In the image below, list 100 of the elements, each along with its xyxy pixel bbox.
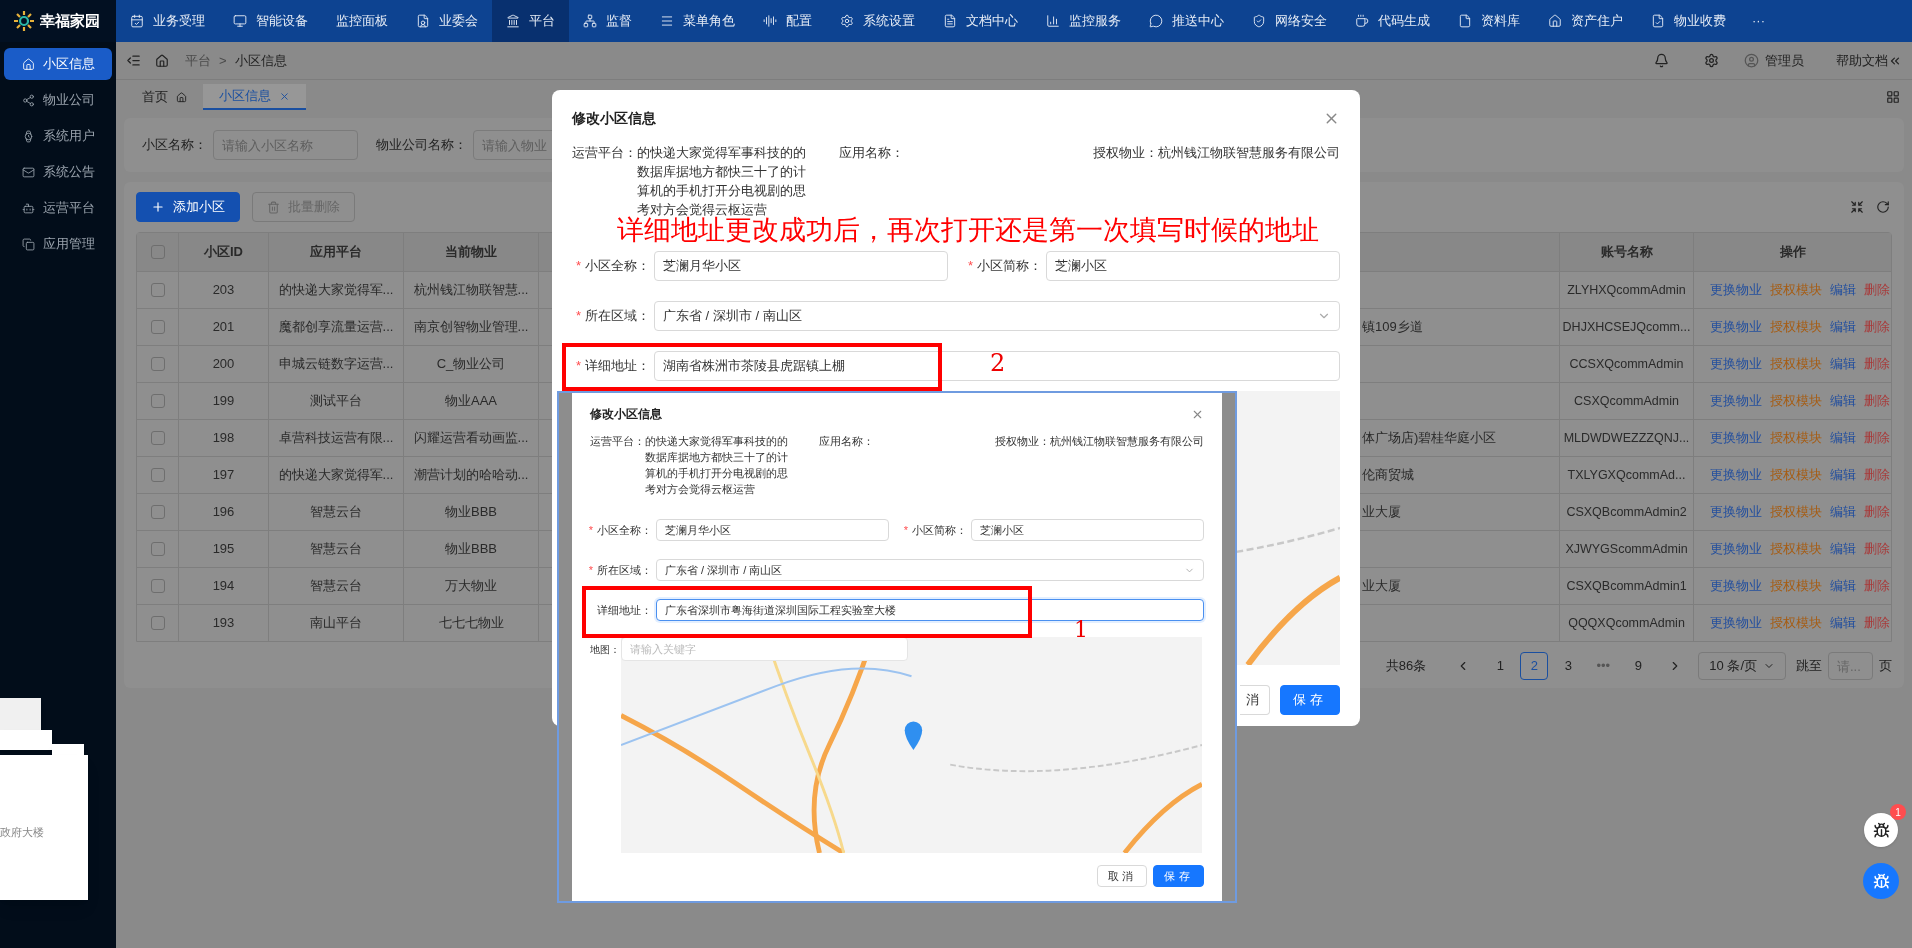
action-link[interactable]: 编辑 bbox=[1830, 576, 1856, 596]
page-number[interactable]: 3 bbox=[1554, 652, 1583, 680]
checkbox[interactable] bbox=[150, 505, 165, 519]
action-link[interactable]: 编辑 bbox=[1830, 391, 1856, 411]
nav-item[interactable]: 监督 bbox=[569, 0, 646, 42]
bug-report-button[interactable] bbox=[1864, 813, 1898, 847]
debug-button[interactable] bbox=[1863, 863, 1899, 899]
action-link[interactable]: 编辑 bbox=[1830, 613, 1856, 633]
nav-item[interactable]: 资产住户 bbox=[1534, 0, 1637, 42]
sidebar-item[interactable]: 系统公告 bbox=[4, 156, 112, 188]
action-link[interactable]: 编辑 bbox=[1830, 428, 1856, 448]
save-button[interactable]: 保存 bbox=[1280, 685, 1340, 715]
menu-icon[interactable] bbox=[126, 53, 141, 68]
nav-item[interactable]: 监控面板 bbox=[322, 0, 402, 42]
page-tab[interactable]: 首页 bbox=[126, 84, 203, 110]
nav-item[interactable]: 业务受理 bbox=[116, 0, 219, 42]
checkbox[interactable] bbox=[150, 468, 165, 482]
sidebar-item[interactable]: 应用管理 bbox=[4, 228, 112, 260]
checkbox[interactable] bbox=[150, 579, 165, 593]
action-link[interactable]: 编辑 bbox=[1830, 354, 1856, 374]
nav-item[interactable]: 菜单角色 bbox=[646, 0, 749, 42]
action-link[interactable]: 更换物业 bbox=[1710, 317, 1762, 337]
column-header: 当前物业 bbox=[404, 233, 539, 271]
page-size-select[interactable]: 10 条/页 bbox=[1698, 652, 1786, 680]
add-button[interactable]: 添加小区 bbox=[136, 192, 240, 222]
nav-item[interactable]: 系统设置 bbox=[826, 0, 929, 42]
checkbox[interactable] bbox=[150, 616, 165, 630]
checkbox[interactable] bbox=[150, 320, 165, 334]
action-link[interactable]: 更换物业 bbox=[1710, 280, 1762, 300]
nav-item[interactable]: 平台 bbox=[492, 0, 569, 42]
settings-icon[interactable] bbox=[1704, 53, 1719, 68]
nav-item[interactable]: 文档中心 bbox=[929, 0, 1032, 42]
text-field[interactable]: 芝澜小区 bbox=[971, 519, 1204, 541]
action-link[interactable]: 编辑 bbox=[1830, 465, 1856, 485]
text-field[interactable]: 广东省深圳市粤海街道深圳国际工程实验室大楼 bbox=[656, 599, 1204, 621]
nav-item[interactable]: 监控服务 bbox=[1032, 0, 1135, 42]
checkbox[interactable] bbox=[150, 245, 165, 259]
checkbox[interactable] bbox=[150, 357, 165, 371]
checkbox[interactable] bbox=[150, 542, 165, 556]
avatar-icon bbox=[1744, 53, 1759, 68]
region-select[interactable]: 广东省 / 深圳市 / 南山区 bbox=[654, 301, 1340, 331]
home-icon[interactable] bbox=[155, 53, 169, 68]
sidebar-item[interactable]: 运营平台 bbox=[4, 192, 112, 224]
info-label: 授权物业： bbox=[1093, 144, 1158, 162]
grid-icon[interactable] bbox=[1886, 90, 1900, 104]
sidebar-item[interactable]: 小区信息 bbox=[4, 48, 112, 80]
field-label: 小区简称： bbox=[912, 522, 967, 538]
refresh-icon[interactable] bbox=[1876, 200, 1890, 214]
field-label: 小区简称： bbox=[977, 257, 1042, 276]
nav-item[interactable]: 配置 bbox=[749, 0, 826, 42]
total-count: 共86条 bbox=[1385, 657, 1427, 676]
nav-item[interactable]: 资料库 bbox=[1444, 0, 1534, 42]
fullscreen-icon[interactable] bbox=[1850, 200, 1864, 214]
page-number[interactable]: 9 bbox=[1624, 652, 1653, 680]
page-number[interactable]: 1 bbox=[1486, 652, 1515, 680]
text-field[interactable]: 芝澜小区 bbox=[1046, 251, 1340, 281]
checkbox[interactable] bbox=[150, 283, 165, 297]
cancel-button[interactable]: 取消 bbox=[1096, 865, 1148, 887]
nav-item[interactable]: 网络安全 bbox=[1238, 0, 1341, 42]
map-search-field[interactable]: 请输入关键字 bbox=[621, 637, 908, 661]
action-link[interactable]: 更换物业 bbox=[1710, 539, 1762, 559]
nav-item[interactable]: 业委会 bbox=[402, 0, 492, 42]
table-cell-text: 201 bbox=[212, 318, 235, 337]
nav-item[interactable]: 推送中心 bbox=[1135, 0, 1238, 42]
sidebar-item[interactable]: 物业公司 bbox=[4, 84, 112, 116]
action-link[interactable]: 更换物业 bbox=[1710, 465, 1762, 485]
action-link[interactable]: 更换物业 bbox=[1710, 354, 1762, 374]
action-link[interactable]: 编辑 bbox=[1830, 317, 1856, 337]
cancel-button[interactable]: 消 bbox=[1240, 685, 1271, 715]
action-link[interactable]: 更换物业 bbox=[1710, 576, 1762, 596]
user-name[interactable]: 管理员 bbox=[1765, 50, 1804, 71]
field-label: 地图： bbox=[590, 643, 621, 657]
action-link[interactable]: 更换物业 bbox=[1710, 428, 1762, 448]
action-link[interactable]: 编辑 bbox=[1830, 539, 1856, 559]
table-cell-text: 七七七物业 bbox=[438, 614, 504, 633]
nav-item[interactable]: 物业收费 bbox=[1637, 0, 1740, 42]
page-tab[interactable]: 小区信息 bbox=[203, 84, 306, 110]
close-icon[interactable] bbox=[279, 90, 290, 102]
save-button[interactable]: 保存 bbox=[1153, 865, 1204, 887]
action-link[interactable]: 更换物业 bbox=[1710, 391, 1762, 411]
notification-icon[interactable] bbox=[1654, 53, 1669, 68]
nav-item[interactable]: 代码生成 bbox=[1341, 0, 1444, 42]
action-link[interactable]: 编辑 bbox=[1830, 280, 1856, 300]
breadcrumb-link[interactable]: 平台 bbox=[185, 50, 211, 71]
text-field[interactable]: 芝澜月华小区 bbox=[656, 519, 889, 541]
annotation-number: 2 bbox=[990, 351, 1006, 375]
nav-icon bbox=[1252, 14, 1266, 28]
action-link[interactable]: 更换物业 bbox=[1710, 613, 1762, 633]
checkbox[interactable] bbox=[150, 431, 165, 445]
checkbox[interactable] bbox=[150, 394, 165, 408]
sidebar-item[interactable]: 系统用户 bbox=[4, 120, 112, 152]
help-docs-link[interactable]: 帮助文档 bbox=[1836, 50, 1888, 71]
action-link[interactable]: 编辑 bbox=[1830, 502, 1856, 522]
nav-icon bbox=[1149, 14, 1163, 28]
page-number[interactable]: 2 bbox=[1520, 652, 1549, 680]
more-menu[interactable]: ··· bbox=[1740, 0, 1777, 42]
action-link[interactable]: 更换物业 bbox=[1710, 502, 1762, 522]
region-select[interactable]: 广东省 / 深圳市 / 南山区 bbox=[656, 559, 1204, 581]
text-field[interactable]: 芝澜月华小区 bbox=[654, 251, 948, 281]
nav-item[interactable]: 智能设备 bbox=[219, 0, 322, 42]
